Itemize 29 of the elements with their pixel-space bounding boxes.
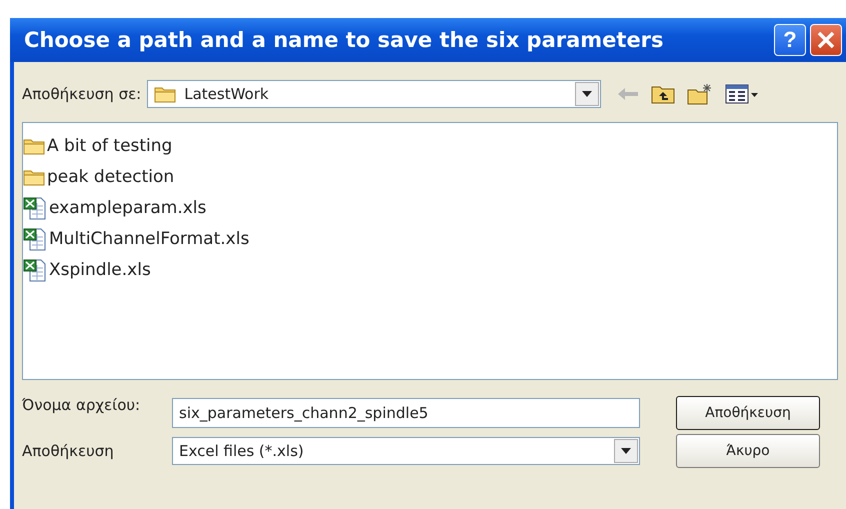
- window-title: Choose a path and a name to save the six parameters: [24, 28, 665, 52]
- file-item[interactable]: peak detection: [47, 166, 174, 186]
- folder-icon: [23, 136, 45, 154]
- folder-icon: [154, 85, 176, 103]
- location-dropdown[interactable]: LatestWork: [147, 80, 602, 108]
- file-type-dropdown[interactable]: Excel files (*.xls): [172, 437, 640, 465]
- save-button[interactable]: Αποθήκευση: [676, 396, 820, 430]
- location-value: LatestWork: [184, 85, 269, 103]
- new-folder-icon[interactable]: [687, 83, 714, 105]
- folder-icon: [23, 168, 45, 186]
- view-menu-icon[interactable]: [725, 84, 760, 104]
- dropdown-button[interactable]: [575, 82, 600, 106]
- close-button[interactable]: [810, 24, 842, 56]
- caret-icon: [621, 448, 631, 454]
- close-icon: [817, 31, 835, 49]
- file-item[interactable]: A bit of testing: [47, 136, 172, 156]
- location-label: Αποθήκευση σε:: [22, 85, 142, 103]
- file-type-value: Excel files (*.xls): [179, 442, 304, 460]
- dropdown-button[interactable]: [614, 439, 638, 463]
- file-name-label: Όνομα αρχείου:: [22, 396, 142, 414]
- file-item[interactable]: MultiChannelFormat.xls: [49, 228, 250, 248]
- file-item[interactable]: exampleparam.xls: [49, 198, 206, 218]
- file-type-label: Αποθήκευση: [22, 442, 115, 460]
- file-name-field[interactable]: six_parameters_chann2_spindle5: [172, 398, 640, 428]
- caret-icon: [582, 91, 592, 97]
- help-button[interactable]: ?: [774, 24, 806, 56]
- up-folder-icon[interactable]: [651, 84, 676, 104]
- file-item[interactable]: Xspindle.xls: [49, 260, 151, 280]
- cancel-button[interactable]: Άκυρο: [676, 434, 820, 468]
